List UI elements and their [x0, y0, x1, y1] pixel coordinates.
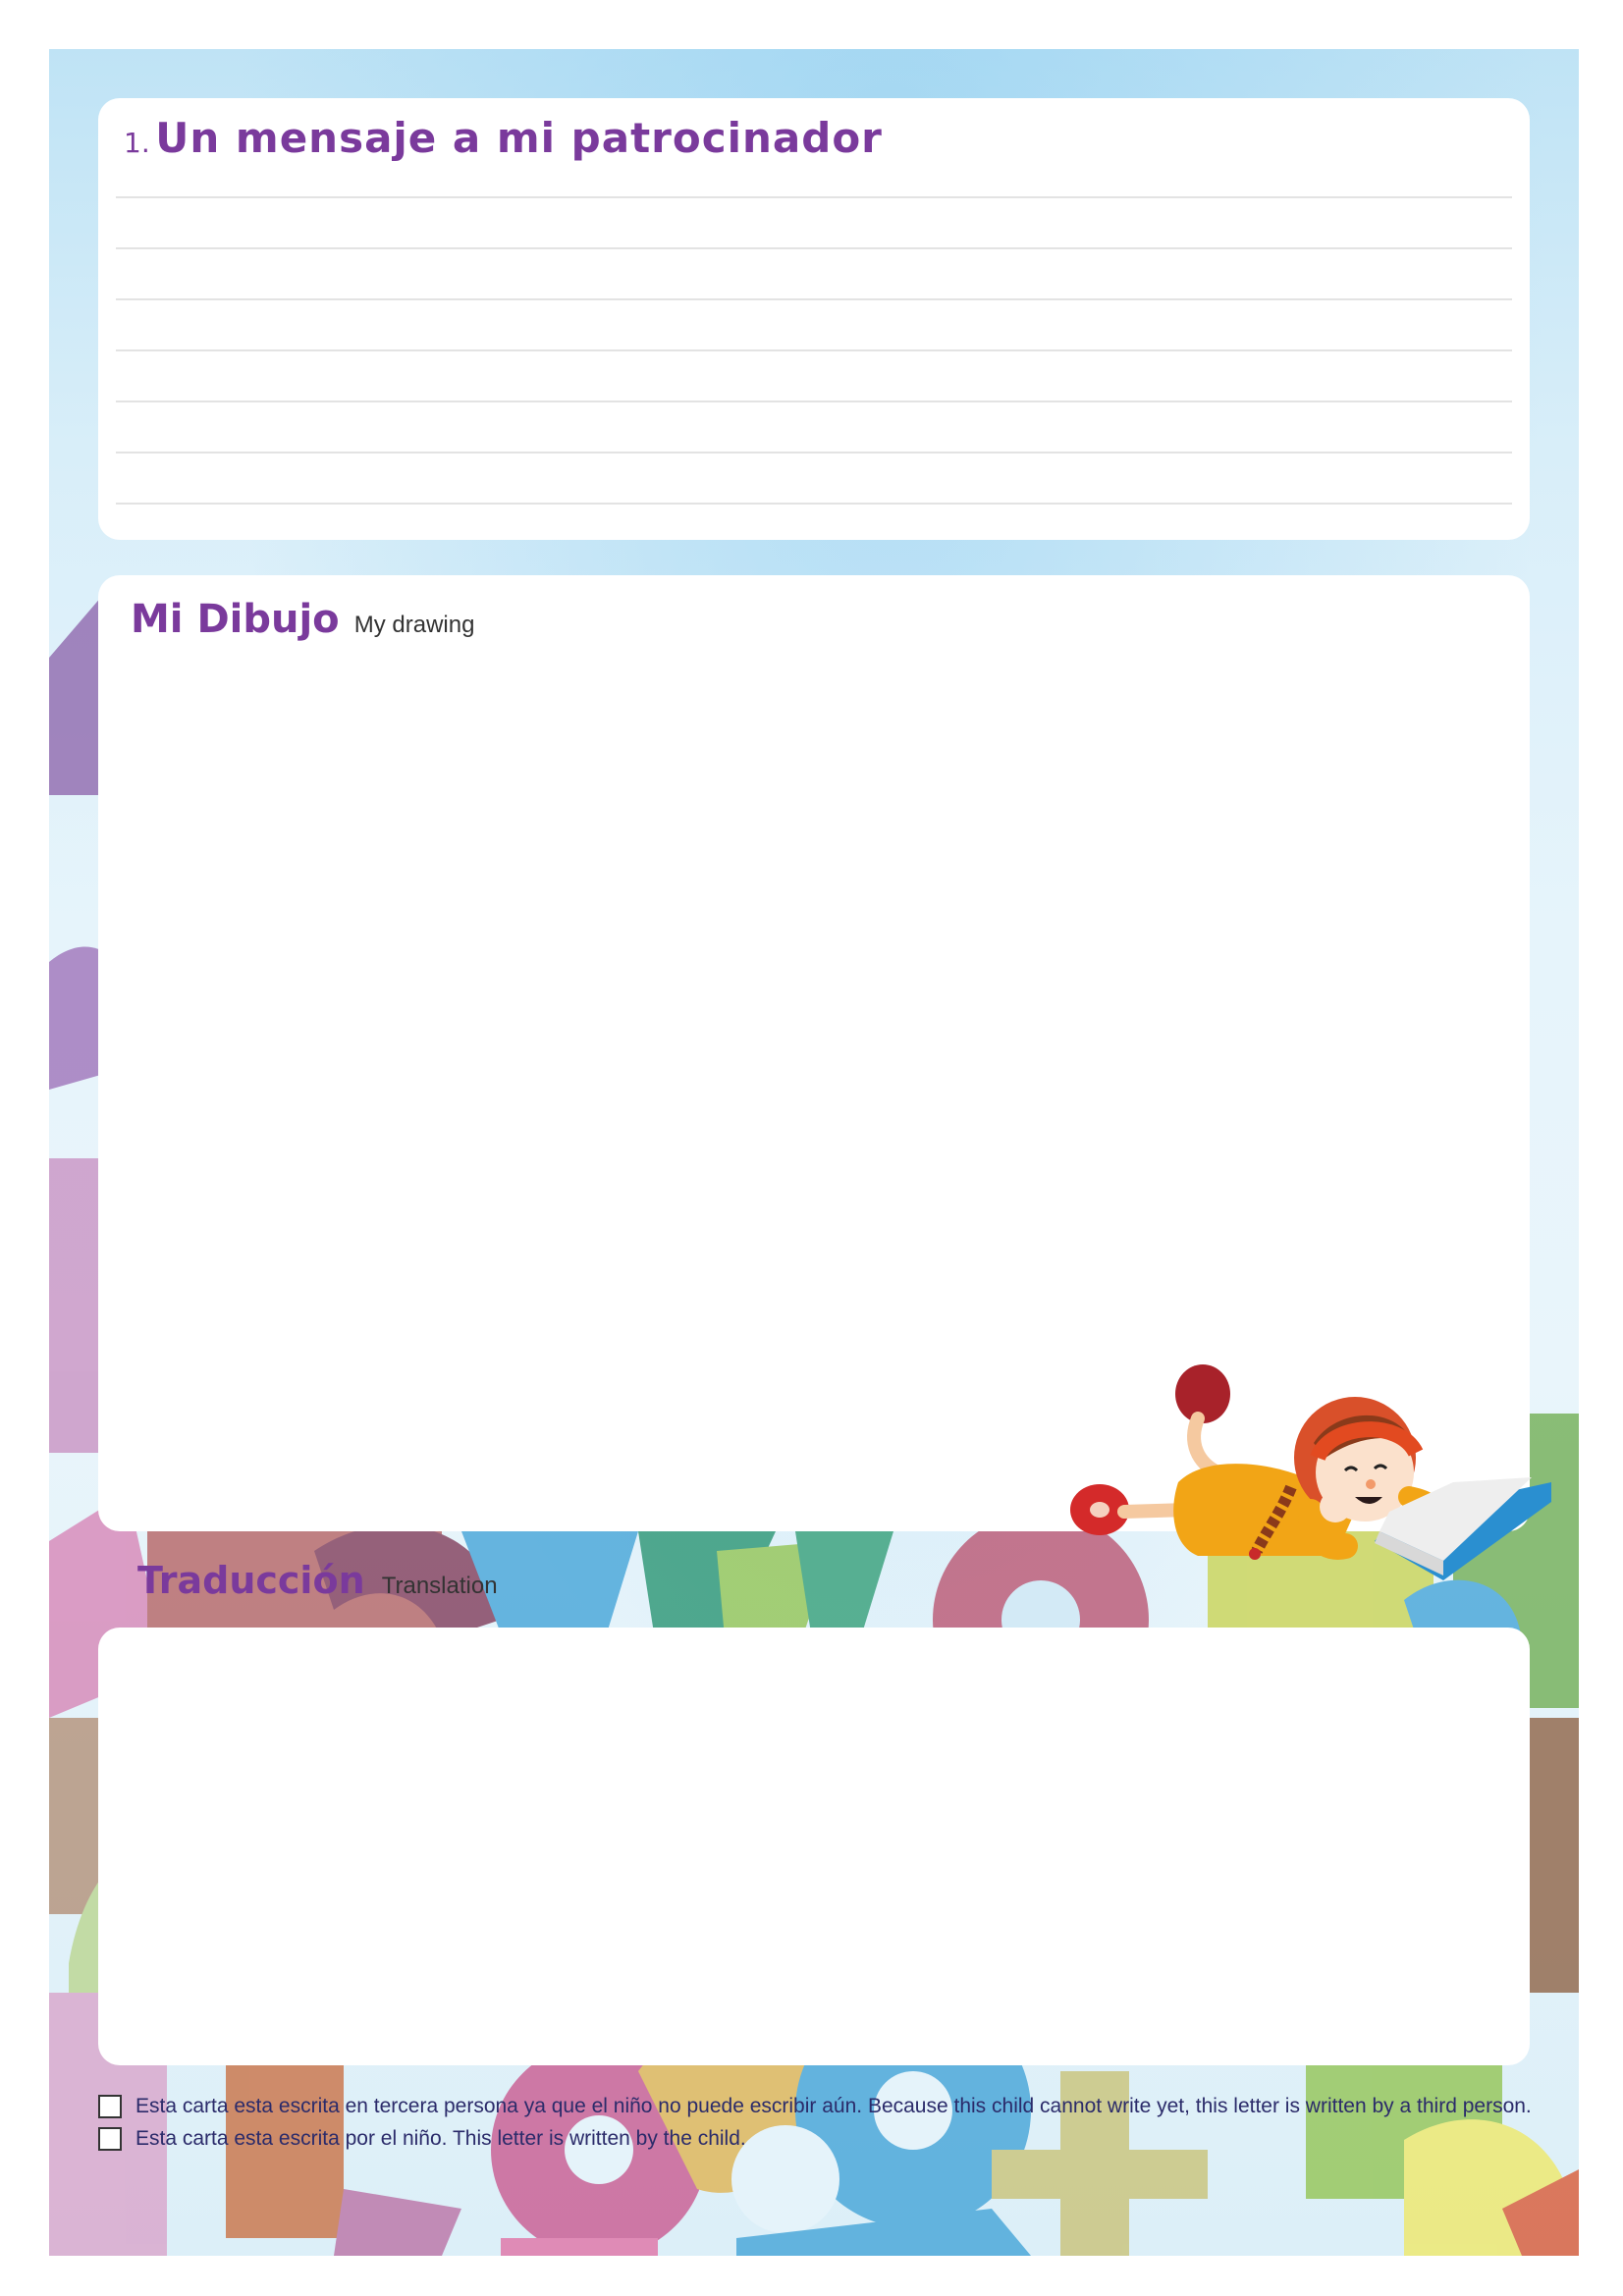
drawing-title: Mi Dibujo My drawing — [131, 597, 474, 642]
written-by-child-checkbox[interactable] — [98, 2127, 122, 2151]
drawing-title-en: My drawing — [353, 612, 475, 638]
translation-title: Traducción Translation — [137, 1559, 498, 1602]
letter-sheet: 1. Un mensaje a mi patrocinador Mi Dibuj… — [49, 49, 1579, 2256]
checkbox-row-child[interactable]: Esta carta esta escrita por el niño. Thi… — [98, 2127, 746, 2151]
writing-line[interactable] — [116, 400, 1512, 402]
translation-panel[interactable] — [98, 1628, 1530, 2065]
third-person-checkbox[interactable] — [98, 2095, 122, 2118]
message-panel: 1. Un mensaje a mi patrocinador — [98, 98, 1530, 540]
translation-title-es: Traducción — [137, 1559, 365, 1602]
writing-line[interactable] — [116, 298, 1512, 300]
writing-line[interactable] — [116, 349, 1512, 351]
drawing-title-es: Mi Dibujo — [131, 597, 340, 642]
checkbox-row-third-person[interactable]: Esta carta esta escrita en tercera perso… — [98, 2095, 1532, 2118]
message-title: 1. Un mensaje a mi patrocinador — [124, 114, 883, 162]
message-title-text: Un mensaje a mi patrocinador — [155, 114, 883, 162]
translation-title-en: Translation — [381, 1573, 498, 1599]
writing-line[interactable] — [116, 452, 1512, 454]
writing-line[interactable] — [116, 196, 1512, 198]
girl-reading-illustration — [1070, 1364, 1551, 1580]
message-number: 1. — [124, 127, 150, 159]
written-by-child-label: Esta carta esta escrita por el niño. Thi… — [135, 2127, 746, 2150]
writing-line[interactable] — [116, 247, 1512, 249]
writing-line[interactable] — [116, 503, 1512, 505]
third-person-label: Esta carta esta escrita en tercera perso… — [135, 2095, 1532, 2117]
